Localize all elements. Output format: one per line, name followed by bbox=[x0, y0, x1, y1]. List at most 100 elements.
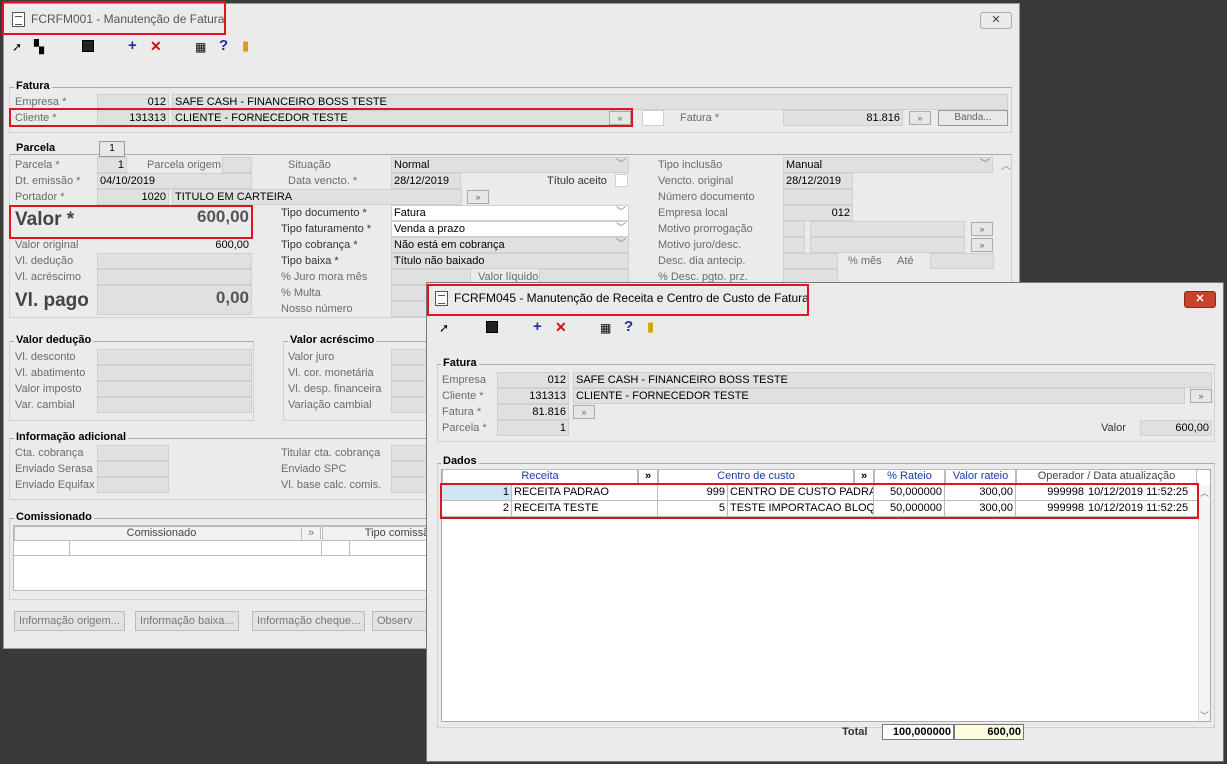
fatura-picker-icon[interactable]: » bbox=[573, 405, 595, 419]
data-vencto-field[interactable]: 28/12/2019 bbox=[391, 173, 461, 189]
vl-abatimento-field[interactable] bbox=[97, 365, 252, 381]
operador-data-col-header[interactable]: Operador / Data atualização bbox=[1016, 469, 1197, 484]
table-row[interactable]: 1 RECEITA PADRAO 999 CENTRO DE CUSTO PAD… bbox=[442, 485, 1198, 501]
empresa-name-field[interactable]: SAFE CASH - FINANCEIRO BOSS TESTE bbox=[172, 94, 1008, 110]
info-baixa-button[interactable]: Informação baixa... bbox=[135, 611, 239, 631]
cliente-label: Cliente * bbox=[15, 112, 57, 124]
parcela-tab[interactable]: 1 bbox=[99, 141, 125, 157]
var-cambial-field[interactable] bbox=[97, 397, 252, 413]
motivo-juro-picker-icon[interactable]: » bbox=[971, 238, 993, 252]
motivo-prorrogacao-picker-icon[interactable]: » bbox=[971, 222, 993, 236]
total-valor-field[interactable]: 600,00 bbox=[954, 724, 1024, 740]
help-icon[interactable]: ? bbox=[624, 318, 633, 335]
grid-icon[interactable]: ▦ bbox=[195, 40, 206, 54]
help-icon[interactable]: ? bbox=[219, 37, 228, 54]
parcela-field[interactable]: 1 bbox=[497, 420, 569, 436]
portador-code-field[interactable]: 1020 bbox=[97, 189, 169, 205]
tipo-documento-select[interactable]: Fatura ﹀ bbox=[391, 205, 629, 221]
scroll-up-icon[interactable]: ︿ bbox=[1200, 486, 1209, 499]
vertical-scrollbar[interactable] bbox=[1198, 485, 1210, 721]
vl-pago-field[interactable]: 0,00 bbox=[97, 288, 249, 308]
ate-field[interactable] bbox=[930, 253, 994, 269]
valor-label: Valor * bbox=[15, 209, 75, 230]
centro-custo-col-header[interactable]: Centro de custo bbox=[658, 469, 854, 484]
comissionado-row[interactable] bbox=[14, 541, 472, 556]
portador-name-field[interactable]: TITULO EM CARTEIRA bbox=[172, 189, 462, 205]
cliente-name-field[interactable]: CLIENTE - FORNECEDOR TESTE bbox=[573, 388, 1185, 404]
enviado-equifax-field[interactable] bbox=[97, 477, 169, 493]
cliente-extra-field[interactable] bbox=[642, 110, 664, 126]
scroll-up-icon[interactable]: ︿ bbox=[1001, 157, 1011, 172]
tipo-inclusao-select[interactable]: Manual ﹀ bbox=[783, 157, 993, 173]
fatura-number-field[interactable]: 81.816 bbox=[783, 110, 903, 126]
situacao-select[interactable]: Normal ﹀ bbox=[391, 157, 629, 173]
parcela-field[interactable]: 1 bbox=[97, 157, 127, 173]
vl-acrescimo-field[interactable] bbox=[97, 269, 252, 285]
cliente-name-field[interactable]: CLIENTE - FORNECEDOR TESTE bbox=[172, 110, 632, 126]
valor-field[interactable]: 600,00 bbox=[1140, 420, 1212, 436]
tipo-faturamento-select[interactable]: Venda a prazo ﹀ bbox=[391, 221, 629, 237]
scroll-down-icon[interactable]: ﹀ bbox=[1200, 709, 1209, 722]
fatura-picker-icon[interactable]: » bbox=[909, 111, 931, 125]
motivo-prorrogacao-desc[interactable] bbox=[810, 221, 965, 237]
cliente-code-field[interactable]: 131313 bbox=[97, 110, 169, 126]
close-button[interactable]: ✕ bbox=[1184, 291, 1216, 308]
cliente-picker-icon[interactable]: » bbox=[1190, 389, 1212, 403]
motivo-juro-code[interactable] bbox=[783, 237, 805, 253]
cta-cobranca-field[interactable] bbox=[97, 445, 169, 461]
comissionado-col-picker[interactable]: » bbox=[301, 526, 321, 541]
empresa-local-field[interactable]: 012 bbox=[783, 205, 853, 221]
portador-picker-icon[interactable]: » bbox=[467, 190, 489, 204]
centro-custo-col-picker[interactable]: » bbox=[854, 469, 874, 484]
save-icon[interactable] bbox=[486, 321, 498, 333]
comissionado-col-header[interactable]: Comissionado bbox=[14, 526, 309, 541]
copy-icon[interactable]: ▚ bbox=[34, 39, 44, 55]
enviado-serasa-field[interactable] bbox=[97, 461, 169, 477]
receita-col-picker[interactable]: » bbox=[638, 469, 658, 484]
motivo-juro-desc[interactable] bbox=[810, 237, 965, 253]
receita-titlebar: FCRFM045 - Manutenção de Receita e Centr… bbox=[427, 283, 1223, 313]
vencto-original-field[interactable]: 28/12/2019 bbox=[783, 173, 853, 189]
tipo-baixa-field[interactable]: Título não baixado bbox=[391, 253, 629, 269]
exit-icon[interactable]: ▮ bbox=[242, 38, 249, 54]
vl-deducao-field[interactable] bbox=[97, 253, 252, 269]
empresa-code-field[interactable]: 012 bbox=[97, 94, 169, 110]
valor-rateio-col-header[interactable]: Valor rateio bbox=[945, 469, 1016, 484]
empresa-name-field[interactable]: SAFE CASH - FINANCEIRO BOSS TESTE bbox=[573, 372, 1212, 388]
navigate-icon[interactable]: ➚ bbox=[12, 40, 22, 54]
add-icon[interactable]: + bbox=[533, 318, 542, 335]
vl-desconto-field[interactable] bbox=[97, 349, 252, 365]
empresa-code-field[interactable]: 012 bbox=[497, 372, 569, 388]
cliente-code-field[interactable]: 131313 bbox=[497, 388, 569, 404]
info-origem-button[interactable]: Informação origem... bbox=[14, 611, 125, 631]
desc-dia-antecip-field[interactable] bbox=[783, 253, 838, 269]
numero-documento-field[interactable] bbox=[783, 189, 853, 205]
delete-icon[interactable]: ✕ bbox=[150, 38, 162, 55]
info-cheque-button[interactable]: Informação cheque... bbox=[252, 611, 366, 631]
observ-button[interactable]: Observ bbox=[372, 611, 432, 631]
titulo-aceito-checkbox[interactable] bbox=[615, 174, 628, 187]
add-icon[interactable]: + bbox=[128, 37, 137, 54]
valor-field[interactable]: 600,00 bbox=[97, 207, 249, 227]
tipo-cobranca-select[interactable]: Não está em cobrança ﹀ bbox=[391, 237, 629, 253]
grid-icon[interactable]: ▦ bbox=[600, 321, 611, 335]
fatura-number-field[interactable]: 81.816 bbox=[497, 404, 569, 420]
navigate-icon[interactable]: ➚ bbox=[439, 321, 449, 335]
enviado-spc-label: Enviado SPC bbox=[281, 463, 347, 475]
rateio-pct-col-header[interactable]: % Rateio bbox=[874, 469, 945, 484]
chevron-down-icon: ﹀ bbox=[616, 239, 626, 250]
motivo-prorrogacao-code[interactable] bbox=[783, 221, 805, 237]
parcela-origem-field[interactable] bbox=[222, 157, 252, 173]
receita-col-header[interactable]: Receita bbox=[442, 469, 638, 484]
valor-imposto-field[interactable] bbox=[97, 381, 252, 397]
dt-emissao-field[interactable]: 04/10/2019 bbox=[97, 173, 252, 189]
close-button[interactable]: ✕ bbox=[980, 12, 1012, 29]
banda-button[interactable]: Banda... bbox=[938, 110, 1008, 126]
save-icon[interactable] bbox=[82, 40, 94, 52]
delete-icon[interactable]: ✕ bbox=[555, 319, 567, 336]
cliente-picker-icon[interactable]: » bbox=[609, 111, 631, 125]
total-rateio-field[interactable]: 100,000000 bbox=[882, 724, 954, 740]
exit-icon[interactable]: ▮ bbox=[647, 319, 654, 335]
valor-original-field[interactable]: 600,00 bbox=[97, 237, 252, 253]
table-row[interactable]: 2 RECEITA TESTE 5 TESTE IMPORTACAO BLOQ … bbox=[442, 501, 1198, 517]
